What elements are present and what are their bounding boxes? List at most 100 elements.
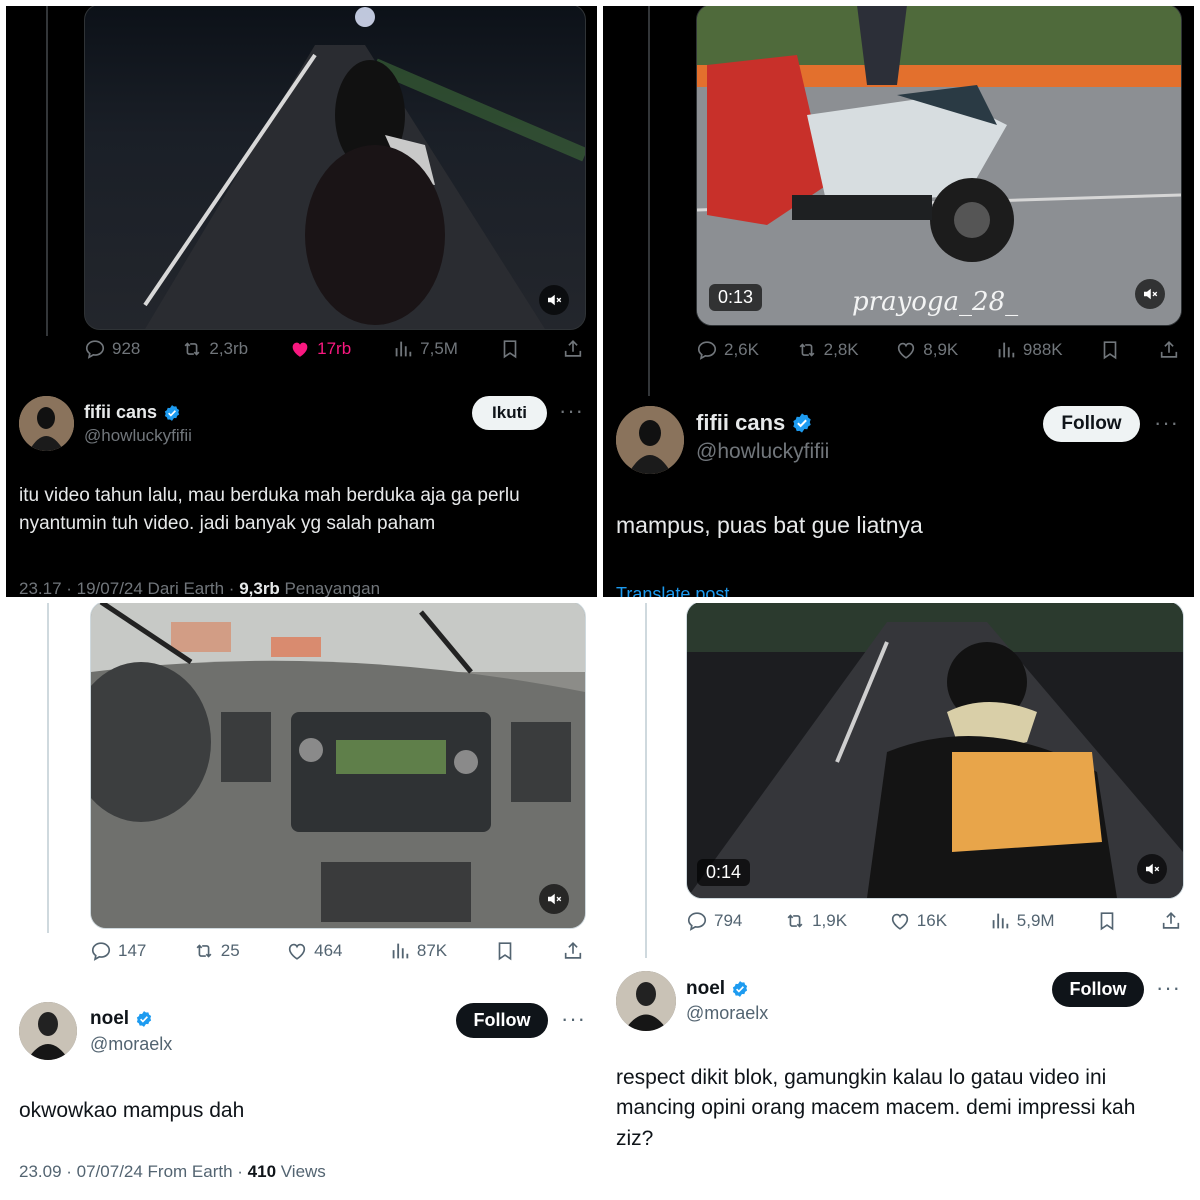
avatar-image <box>19 1002 77 1060</box>
more-icon[interactable]: ··· <box>561 1006 586 1032</box>
repost-count: 25 <box>220 941 240 960</box>
author-handle[interactable]: @howluckyfifii <box>84 426 192 446</box>
tweet-panel-3: 147 25 464 87K noel @moraelx Follow ··· … <box>6 603 597 1194</box>
video-player[interactable]: 0:14 <box>686 603 1184 899</box>
reply-button[interactable]: 147 <box>90 940 146 962</box>
bookmark-button[interactable] <box>499 338 521 360</box>
mute-icon <box>545 890 563 908</box>
tweet-timestamp[interactable]: 23.09 · 07/07/24 From Earth · <box>19 1162 248 1181</box>
tweet-panel-1: 928 2,3rb 17rb 7,5M fifii cans @howlucky… <box>6 6 597 597</box>
author-handle[interactable]: @moraelx <box>90 1034 172 1055</box>
translate-post-link[interactable]: Translate post <box>616 584 729 597</box>
repost-icon <box>784 910 806 932</box>
mute-button[interactable] <box>1137 854 1167 884</box>
heart-icon <box>286 940 308 962</box>
follow-button[interactable]: Ikuti <box>472 396 547 430</box>
mute-icon <box>1143 860 1161 878</box>
thread-line <box>47 603 49 933</box>
tweet-timestamp[interactable]: 23.17 · 19/07/24 Dari Earth · <box>19 579 239 597</box>
more-icon[interactable]: ··· <box>559 398 584 424</box>
author-name-text: fifii cans <box>84 402 158 422</box>
author-name[interactable]: fifii cans <box>84 402 181 423</box>
avatar-image <box>616 971 676 1031</box>
views-button[interactable]: 7,5M <box>392 338 458 360</box>
reply-icon <box>686 910 708 932</box>
video-player[interactable]: 0:13 prayoga_28_ <box>696 6 1182 326</box>
more-icon[interactable]: ··· <box>1156 975 1181 1001</box>
video-player[interactable] <box>84 6 586 330</box>
bookmark-icon <box>1096 910 1118 932</box>
reply-button[interactable]: 2,6K <box>696 339 759 361</box>
views-icon <box>392 338 414 360</box>
reply-count: 2,6K <box>724 340 759 359</box>
view-count: 988K <box>1022 340 1063 359</box>
follow-button[interactable]: Follow <box>1043 406 1140 442</box>
like-button[interactable]: 17rb <box>289 338 351 360</box>
share-icon <box>562 338 584 360</box>
views-button[interactable]: 87K <box>389 940 447 962</box>
share-button[interactable] <box>562 338 584 360</box>
share-icon <box>562 940 584 962</box>
like-button[interactable]: 8,9K <box>895 339 958 361</box>
tweet-actions: 928 2,3rb 17rb 7,5M <box>84 338 584 360</box>
more-icon[interactable]: ··· <box>1154 410 1179 436</box>
avatar[interactable] <box>616 971 676 1031</box>
meta-view-count: 410 <box>247 1162 277 1181</box>
mute-button[interactable] <box>539 884 569 914</box>
repost-button[interactable]: 2,3rb <box>181 338 248 360</box>
bookmark-icon <box>499 338 521 360</box>
mute-button[interactable] <box>1135 279 1165 309</box>
share-button[interactable] <box>562 940 584 962</box>
repost-icon <box>796 339 818 361</box>
verified-badge-icon <box>791 412 813 434</box>
tweet-meta: 23.09 · 07/07/24 From Earth · 410 Views <box>19 1162 326 1182</box>
meta-views-label: Views <box>276 1162 326 1181</box>
repost-button[interactable]: 25 <box>193 940 240 962</box>
share-button[interactable] <box>1158 339 1180 361</box>
reply-count: 147 <box>118 941 147 960</box>
author-name[interactable]: fifii cans <box>696 410 813 436</box>
repost-button[interactable]: 2,8K <box>796 339 859 361</box>
reply-button[interactable]: 928 <box>84 338 140 360</box>
like-button[interactable]: 464 <box>286 940 342 962</box>
reply-count: 928 <box>112 339 141 358</box>
author-name[interactable]: noel <box>90 1008 153 1030</box>
bookmark-button[interactable] <box>1099 339 1121 361</box>
avatar[interactable] <box>19 1002 77 1060</box>
video-duration: 0:14 <box>697 859 751 886</box>
heart-icon <box>895 339 917 361</box>
heart-icon <box>889 910 911 932</box>
video-watermark: prayoga_28_ <box>852 287 1019 317</box>
repost-count: 2,3rb <box>209 339 249 358</box>
views-button[interactable]: 988K <box>995 339 1063 361</box>
tweet-panel-4: 0:14 794 1,9K 16K 5,9M noel @moraelx Fol… <box>603 603 1194 1194</box>
bookmark-button[interactable] <box>494 940 516 962</box>
reply-icon <box>84 338 106 360</box>
video-frame-scooter <box>697 6 1181 325</box>
reply-button[interactable]: 794 <box>686 910 742 932</box>
share-icon <box>1160 910 1182 932</box>
share-icon <box>1158 339 1180 361</box>
share-button[interactable] <box>1160 910 1182 932</box>
tweet-actions: 794 1,9K 16K 5,9M <box>686 910 1182 932</box>
follow-button[interactable]: Follow <box>1052 972 1144 1007</box>
video-frame-car-dashboard <box>91 603 585 928</box>
author-handle[interactable]: @howluckyfifii <box>696 440 829 464</box>
like-button[interactable]: 16K <box>889 910 947 932</box>
views-button[interactable]: 5,9M <box>989 910 1055 932</box>
avatar[interactable] <box>616 406 684 474</box>
author-name-text: noel <box>90 1008 130 1029</box>
follow-button[interactable]: Follow <box>456 1003 548 1038</box>
video-player[interactable] <box>90 603 586 929</box>
author-name[interactable]: noel <box>686 978 749 1000</box>
mute-button[interactable] <box>539 285 569 315</box>
author-name-text: noel <box>686 978 726 999</box>
meta-views-label: Penayangan <box>279 579 381 597</box>
repost-button[interactable]: 1,9K <box>784 910 847 932</box>
avatar[interactable] <box>19 396 74 451</box>
tweet-panel-2: 0:13 prayoga_28_ 2,6K 2,8K 8,9K 988K fif… <box>603 6 1194 597</box>
author-handle[interactable]: @moraelx <box>686 1003 768 1024</box>
bookmark-button[interactable] <box>1096 910 1118 932</box>
tweet-text: respect dikit blok, gamungkin kalau lo g… <box>616 1066 1136 1150</box>
view-count: 5,9M <box>1016 911 1055 930</box>
